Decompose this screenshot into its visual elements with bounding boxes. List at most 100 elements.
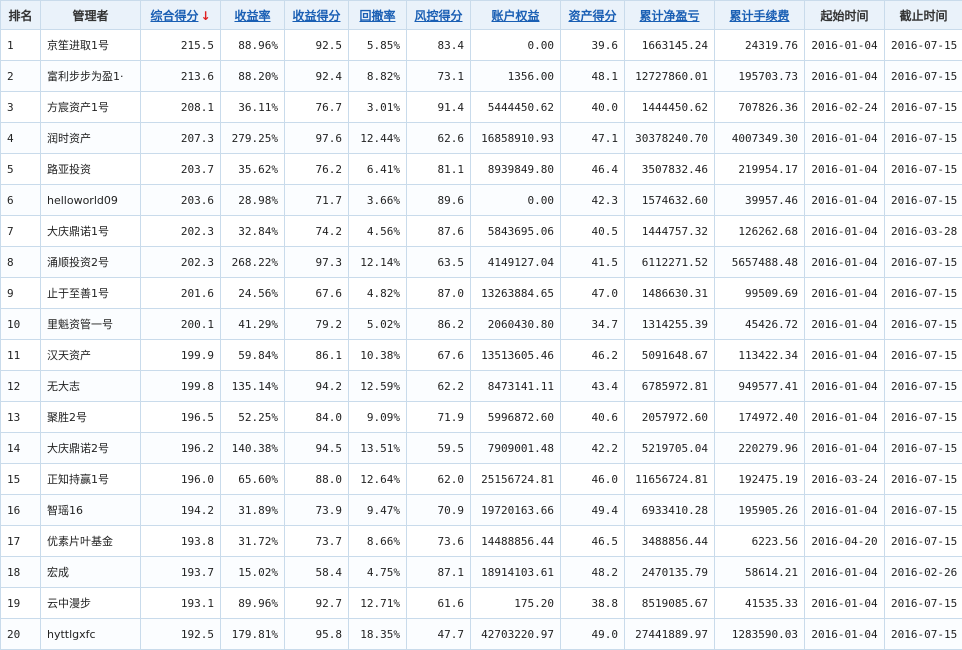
table-row: 8涌顺投资2号202.3268.22%97.312.14%63.54149127… [1,247,962,278]
cell-risk-score: 59.5 [407,433,471,464]
cell-composite-score: 202.3 [141,247,221,278]
cell-manager: 云中漫步 [41,588,141,619]
cell-composite-score: 201.6 [141,278,221,309]
cell-return-rate: 36.11% [221,92,285,123]
cell-cum-fee: 220279.96 [715,433,805,464]
cell-composite-score: 215.5 [141,30,221,61]
cell-return-score: 76.7 [285,92,349,123]
cell-cum-fee: 99509.69 [715,278,805,309]
cell-rank: 12 [1,371,41,402]
cell-risk-score: 70.9 [407,495,471,526]
header-cum-pnl[interactable]: 累计净盈亏 [625,1,715,30]
cell-cum-pnl: 5219705.04 [625,433,715,464]
cell-rank: 15 [1,464,41,495]
cell-return-rate: 52.25% [221,402,285,433]
cell-end-date: 2016-07-15 [885,185,962,216]
cell-composite-score: 203.7 [141,154,221,185]
cell-asset-score: 43.4 [561,371,625,402]
cell-manager: 正知持赢1号 [41,464,141,495]
cell-return-rate: 15.02% [221,557,285,588]
cell-equity: 19720163.66 [471,495,561,526]
cell-composite-score: 192.5 [141,619,221,650]
cell-risk-score: 87.0 [407,278,471,309]
header-risk-score[interactable]: 风控得分 [407,1,471,30]
cell-rank: 9 [1,278,41,309]
header-asset-score[interactable]: 资产得分 [561,1,625,30]
cell-return-score: 92.7 [285,588,349,619]
cell-return-rate: 88.20% [221,61,285,92]
cell-manager: 宏成 [41,557,141,588]
cell-end-date: 2016-07-15 [885,588,962,619]
cell-rank: 14 [1,433,41,464]
cell-asset-score: 46.0 [561,464,625,495]
table-row: 18宏成193.715.02%58.44.75%87.118914103.614… [1,557,962,588]
cell-return-score: 92.4 [285,61,349,92]
cell-risk-score: 62.2 [407,371,471,402]
cell-return-rate: 28.98% [221,185,285,216]
table-row: 6helloworld09203.628.98%71.73.66%89.60.0… [1,185,962,216]
cell-composite-score: 193.7 [141,557,221,588]
cell-risk-score: 47.7 [407,619,471,650]
cell-return-rate: 89.96% [221,588,285,619]
cell-end-date: 2016-03-28 [885,216,962,247]
header-return-rate[interactable]: 收益率 [221,1,285,30]
cell-manager: 里魁资管一号 [41,309,141,340]
cell-cum-fee: 24319.76 [715,30,805,61]
cell-equity: 0.00 [471,30,561,61]
cell-start-date: 2016-01-04 [805,371,885,402]
cell-composite-score: 196.2 [141,433,221,464]
cell-rank: 5 [1,154,41,185]
cell-return-score: 95.8 [285,619,349,650]
cell-asset-score: 46.2 [561,340,625,371]
header-equity[interactable]: 账户权益 [471,1,561,30]
table-row: 15正知持赢1号196.065.60%88.012.64%62.02515672… [1,464,962,495]
sort-down-arrow-icon: ↓ [200,9,210,23]
cell-equity: 14488856.44 [471,526,561,557]
cell-risk-score: 86.2 [407,309,471,340]
cell-rank: 17 [1,526,41,557]
header-composite-score[interactable]: 综合得分↓ [141,1,221,30]
header-drawdown[interactable]: 回撤率 [349,1,407,30]
cell-risk-score: 71.9 [407,402,471,433]
table-body: 1京笙进取1号215.588.96%92.55.85%83.40.0039.61… [1,30,962,650]
cell-rank: 8 [1,247,41,278]
cell-drawdown: 12.44% [349,123,407,154]
cell-cum-pnl: 5091648.67 [625,340,715,371]
cell-cum-pnl: 12727860.01 [625,61,715,92]
cell-end-date: 2016-07-15 [885,154,962,185]
cell-manager: 京笙进取1号 [41,30,141,61]
cell-manager: 聚胜2号 [41,402,141,433]
cell-return-rate: 41.29% [221,309,285,340]
cell-return-rate: 24.56% [221,278,285,309]
table-row: 16智瑶16194.231.89%73.99.47%70.919720163.6… [1,495,962,526]
cell-cum-pnl: 3488856.44 [625,526,715,557]
cell-manager: hyttlgxfc [41,619,141,650]
cell-cum-fee: 195905.26 [715,495,805,526]
cell-asset-score: 34.7 [561,309,625,340]
table-row: 11汉天资产199.959.84%86.110.38%67.613513605.… [1,340,962,371]
cell-asset-score: 42.2 [561,433,625,464]
cell-drawdown: 9.09% [349,402,407,433]
cell-drawdown: 5.85% [349,30,407,61]
header-return-score[interactable]: 收益得分 [285,1,349,30]
cell-start-date: 2016-02-24 [805,92,885,123]
cell-asset-score: 38.8 [561,588,625,619]
cell-return-rate: 268.22% [221,247,285,278]
cell-return-score: 73.7 [285,526,349,557]
cell-composite-score: 196.5 [141,402,221,433]
cell-end-date: 2016-07-15 [885,309,962,340]
cell-return-score: 86.1 [285,340,349,371]
cell-equity: 42703220.97 [471,619,561,650]
cell-return-score: 73.9 [285,495,349,526]
cell-risk-score: 62.0 [407,464,471,495]
table-row: 14大庆鼎诺2号196.2140.38%94.513.51%59.5790900… [1,433,962,464]
cell-return-score: 79.2 [285,309,349,340]
cell-return-score: 74.2 [285,216,349,247]
cell-manager: 优素片叶基金 [41,526,141,557]
cell-cum-fee: 174972.40 [715,402,805,433]
table-row: 20hyttlgxfc192.5179.81%95.818.35%47.7427… [1,619,962,650]
header-cum-fee[interactable]: 累计手续费 [715,1,805,30]
cell-cum-fee: 195703.73 [715,61,805,92]
cell-asset-score: 49.4 [561,495,625,526]
cell-cum-pnl: 6785972.81 [625,371,715,402]
